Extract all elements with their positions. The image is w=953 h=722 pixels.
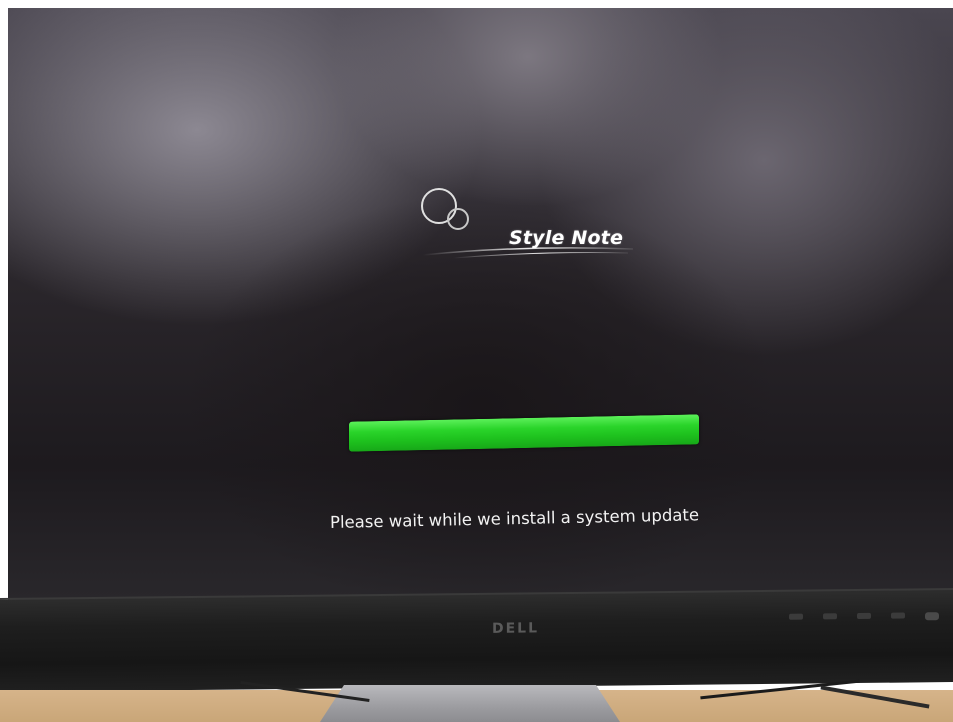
monitor-stand [320,685,620,722]
style-note-logo: Style Note [413,183,643,263]
progress-bar [349,414,699,452]
progress-fill [349,414,699,452]
update-screen: Style Note Please wait while we install … [8,8,953,618]
photo-frame: Style Note Please wait while we install … [0,0,953,722]
monitor-button-1[interactable] [789,613,803,620]
monitor-button-2[interactable] [823,613,837,620]
two-circles-icon [421,188,634,259]
power-button-icon[interactable] [925,612,939,621]
monitor-brand-logo: DELL [492,620,540,637]
monitor-button-4[interactable] [891,612,905,619]
status-message: Please wait while we install a system up… [329,505,700,532]
logo-brand-text: Style Note [509,227,624,249]
monitor-buttons [789,612,939,622]
monitor-button-3[interactable] [857,612,871,620]
monitor-bezel: DELL [0,588,953,692]
